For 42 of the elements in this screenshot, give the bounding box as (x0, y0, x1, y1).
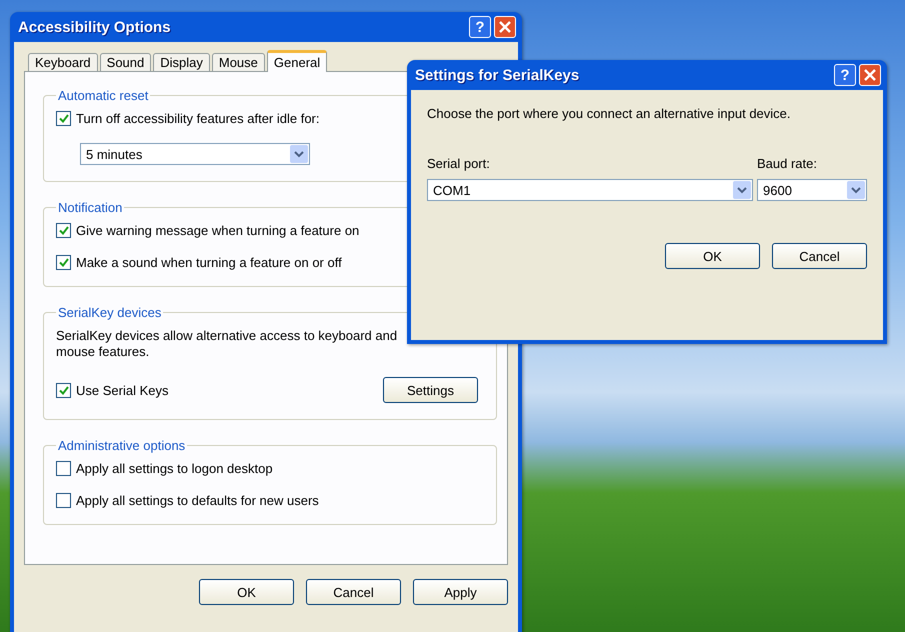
checkbox[interactable] (56, 493, 71, 508)
checkbox[interactable] (56, 255, 71, 270)
checkbox[interactable] (56, 223, 71, 238)
dropdown-field[interactable]: COM1 (427, 179, 753, 201)
group-title: Administrative options (57, 438, 186, 453)
tab[interactable]: Keyboard (28, 53, 98, 72)
close-button[interactable] (859, 64, 881, 86)
help-button[interactable]: ? (834, 64, 856, 86)
checkbox[interactable] (56, 382, 71, 398)
settings-button[interactable]: Settings (383, 377, 478, 403)
checkbox-label: Apply all settings to logon desktop (76, 461, 273, 476)
close-button[interactable] (494, 16, 516, 38)
instruction-text: Choose the port where you connect an alternative input device. (427, 106, 792, 122)
window-title: Accessibility Options (18, 18, 171, 36)
checkbox[interactable] (56, 461, 71, 476)
dialog-button[interactable]: OK (665, 243, 760, 269)
field-label: Serial port: (427, 156, 491, 171)
description-text: SerialKey devices allow alternative access to keyboard and mouse features. (56, 328, 398, 360)
dialog-button[interactable]: OK (199, 579, 294, 605)
tab[interactable]: Mouse (212, 53, 265, 72)
dialog-button[interactable]: Apply (413, 579, 508, 605)
dropdown-field[interactable]: 9600 (757, 179, 867, 201)
help-button[interactable]: ? (469, 16, 491, 38)
tab[interactable]: Sound (100, 53, 152, 72)
group-title: Automatic reset (57, 88, 150, 103)
checkbox-label: Use Serial Keys (76, 382, 168, 398)
group-title: Notification (57, 200, 124, 215)
field-label: Baud rate: (757, 156, 818, 171)
checkbox-label: Make a sound when turning a feature on or off (76, 255, 342, 270)
checkbox-label: Give warning message when turning a feature on (76, 223, 360, 238)
dialog-button[interactable]: Cancel (306, 579, 401, 605)
dialog-button[interactable]: Cancel (772, 243, 867, 269)
close-icon (864, 69, 876, 81)
tab[interactable]: Display (153, 53, 210, 72)
checkbox[interactable] (56, 111, 71, 126)
checkbox-label: Turn off accessibility features after idle for: (76, 111, 320, 126)
group-title: SerialKey devices (57, 305, 162, 320)
window-title: Settings for SerialKeys (415, 66, 580, 84)
tab[interactable]: General (266, 50, 328, 72)
close-icon (499, 21, 511, 33)
checkbox-label: Apply all settings to defaults for new users (76, 493, 319, 508)
dropdown-field[interactable]: 5 minutes (80, 143, 310, 165)
